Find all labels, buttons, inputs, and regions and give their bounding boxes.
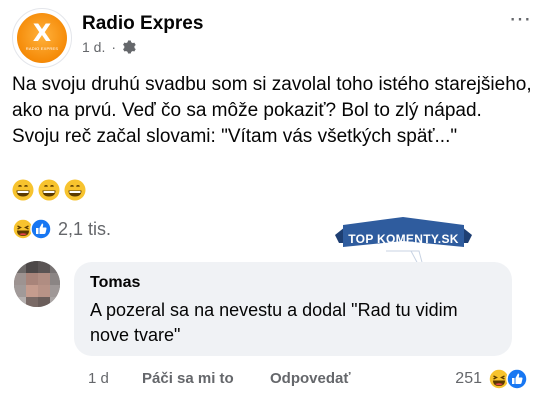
comment-reactions[interactable]: 251 xyxy=(455,368,528,390)
comment-text: A pozeral sa na nevestu a dodal "Rad tu … xyxy=(90,300,458,345)
reply-button[interactable]: Odpovedať xyxy=(270,370,351,387)
like-reaction-icon xyxy=(30,218,52,240)
watermark-text: TOP KOMENTY.SK xyxy=(348,232,459,246)
like-reaction-icon xyxy=(506,368,528,390)
post-text: Na svoju druhú svadbu som si zavolal toh… xyxy=(12,74,532,147)
comment-time[interactable]: 1 d xyxy=(88,370,109,387)
comment-actions: 1 d Páči sa mi to Odpovedať 251 xyxy=(88,368,528,390)
post-time[interactable]: 1 d. xyxy=(82,39,105,55)
more-options-icon[interactable]: ⋯ xyxy=(509,8,532,30)
logo-caption: RADIO EXPRES xyxy=(25,46,59,51)
grinning-face-icon xyxy=(12,179,34,201)
grinning-face-icon xyxy=(38,179,60,201)
post-emojis xyxy=(12,179,86,201)
post-meta: 1 d. · xyxy=(82,39,136,55)
comment-author[interactable]: Tomas xyxy=(90,274,140,292)
radio-expres-logo: X RADIO EXPRES xyxy=(17,13,67,63)
meta-separator: · xyxy=(111,39,117,55)
comment-reaction-count: 251 xyxy=(455,370,482,387)
page-name[interactable]: Radio Expres xyxy=(82,13,203,35)
post-reactions[interactable]: 2,1 tis. xyxy=(12,218,111,240)
grinning-face-icon xyxy=(64,179,86,201)
post-header: X RADIO EXPRES Radio Expres 1 d. · ⋯ xyxy=(12,8,532,68)
page-avatar[interactable]: X RADIO EXPRES xyxy=(12,8,72,68)
blurred-avatar-icon xyxy=(14,261,60,307)
commenter-avatar[interactable] xyxy=(14,261,60,307)
gear-icon xyxy=(123,40,136,54)
reaction-count: 2,1 tis. xyxy=(58,218,112,239)
logo-letter: X xyxy=(32,19,52,47)
like-button[interactable]: Páči sa mi to xyxy=(142,370,234,387)
comment-bubble: Tomas A pozeral sa na nevestu a dodal "R… xyxy=(74,262,512,356)
